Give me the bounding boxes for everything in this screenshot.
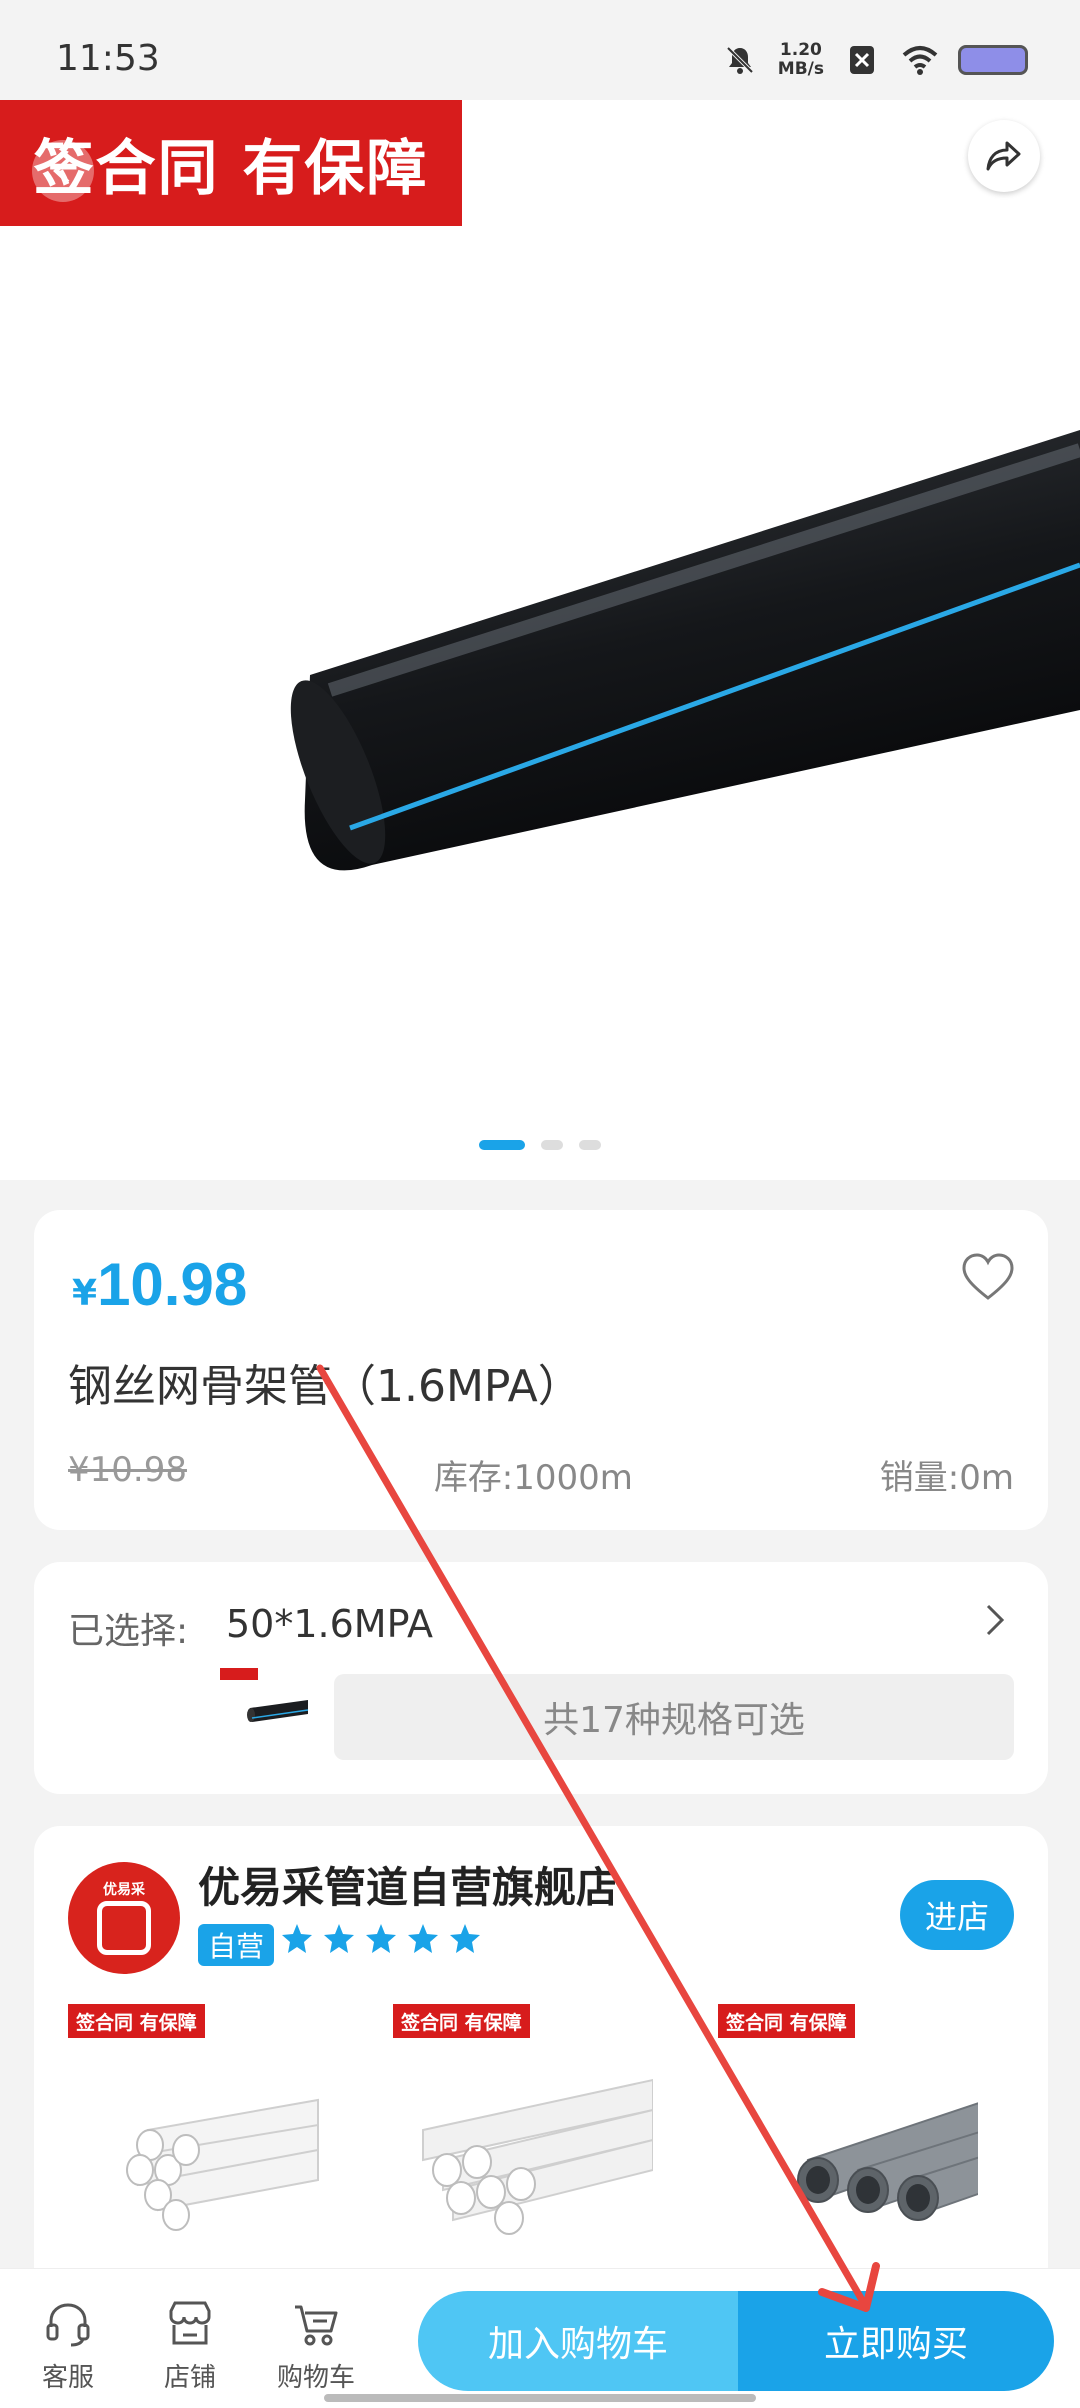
favorite-heart-icon[interactable] [960,1250,1016,1306]
buy-now-button[interactable]: 立即购买 [738,2291,1054,2391]
back-button[interactable] [32,140,94,202]
product-promo-tag: 签合同 有保障 [68,2004,205,2038]
share-icon [986,141,1021,171]
cart-button[interactable]: 购物车 [266,2297,366,2394]
mute-bell-icon [720,40,760,80]
cart-label: 购物车 [276,2363,355,2393]
headset-icon [46,2303,90,2347]
store-product-item[interactable]: 签合同 有保障 [68,2004,364,2264]
wifi-icon [900,40,940,80]
spec-value: 50*1.6MPA [226,1602,434,1646]
status-bar: 11:53 1.20 MB/s [0,0,1080,100]
product-promo-tag: 签合同 有保障 [393,2004,530,2038]
status-time: 11:53 [56,38,160,79]
battery-icon [958,45,1028,75]
product-title: 钢丝网骨架管（1.6MPA） [68,1361,582,1412]
home-indicator[interactable] [324,2394,756,2402]
self-operated-badge: 自营 [198,1924,275,1966]
star-icon [408,1924,438,1953]
net-speed-value: 1.20 [779,40,822,60]
white-pipe-bundle-image [126,2098,319,2231]
enter-store-button[interactable]: 进店 [900,1880,1014,1950]
store-product-item[interactable]: 签合同 有保障 [718,2004,1014,2264]
product-image-carousel[interactable]: 签合同 有保障 [0,100,1080,1180]
chevron-right-icon[interactable] [974,1600,1014,1640]
spec-selector[interactable]: 已选择: 50*1.6MPA 共17种规格可选 [34,1562,1048,1794]
product-image [290,430,1080,871]
sim-off-icon [842,40,882,80]
gray-pipe-bundle-image [797,2102,978,2221]
spec-options-count[interactable]: 共17种规格可选 [334,1674,1014,1760]
net-speed-unit: MB/s [777,59,824,79]
currency-symbol: ¥ [72,1273,98,1314]
share-button[interactable] [968,120,1040,192]
shop-label: 店铺 [163,2363,216,2393]
stock-info: 库存:1000m [433,1458,633,1498]
price-amount: 10.98 [97,1251,248,1318]
store-icon [169,2301,211,2345]
thumbnail-promo-tag [220,1668,258,1680]
store-rating [280,1922,482,1956]
store-product-list: 签合同 有保障 签合同 有保障 签合同 有保障 [68,2004,1014,2264]
network-speed: 1.20 MB/s [778,41,824,79]
store-logo[interactable]: 优易采 [68,1862,180,1974]
store-product-item[interactable]: 签合同 有保障 [393,2004,689,2264]
shopping-cart-icon [295,2305,338,2346]
spec-label: 已选择: [68,1611,189,1652]
spec-thumbnail[interactable] [220,1668,314,1738]
star-icon [282,1924,312,1953]
customer-service-button[interactable]: 客服 [18,2297,118,2394]
bottom-action-bar: 客服 店铺 购物车 加入购物车 立即购买 [0,2268,1080,2408]
product-promo-tag: 签合同 有保障 [718,2004,855,2038]
carousel-dot[interactable] [479,1140,525,1150]
product-meta: ¥10.98 库存:1000m 销量:0m [68,1450,1014,1499]
store-logo-mark [97,1901,151,1955]
status-icons: 1.20 MB/s [720,40,1028,80]
carousel-indicator [0,1140,1080,1150]
sales-info: 销量:0m [879,1458,1014,1498]
white-pipe-bundle-image [422,2078,653,2235]
star-icon [366,1924,396,1953]
original-price: ¥10.98 [68,1450,187,1490]
shop-button[interactable]: 店铺 [140,2297,240,2394]
carousel-dot[interactable] [541,1140,563,1150]
purchase-buttons: 加入购物车 立即购买 [418,2291,1054,2391]
store-name[interactable]: 优易采管道自营旗舰店 [198,1854,618,1915]
star-icon [324,1924,354,1953]
product-price: ¥10.98 [72,1250,247,1319]
carousel-dot[interactable] [579,1140,601,1150]
back-arrow-icon [53,158,70,184]
price-card: ¥10.98 钢丝网骨架管（1.6MPA） ¥10.98 库存:1000m 销量… [34,1210,1048,1530]
store-logo-text: 优易采 [103,1882,145,1898]
add-to-cart-button[interactable]: 加入购物车 [418,2291,738,2391]
customer-service-label: 客服 [41,2363,94,2393]
star-icon [450,1924,480,1953]
